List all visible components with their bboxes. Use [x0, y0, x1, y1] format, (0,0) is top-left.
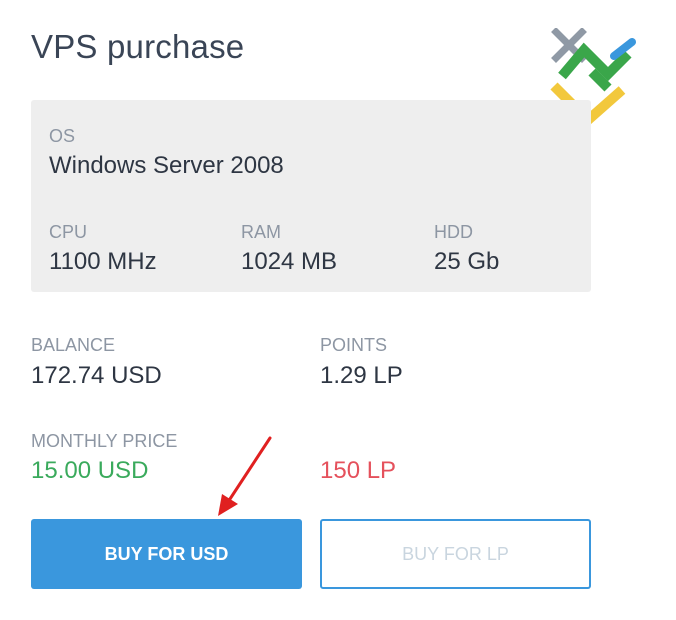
- monthly-price-label: MONTHLY PRICE: [31, 431, 178, 451]
- vps-specs-panel: OS Windows Server 2008 CPU 1100 MHz RAM …: [31, 100, 591, 292]
- monthly-price-lp: 150 LP: [320, 457, 397, 484]
- red-arrow-icon: [218, 436, 272, 516]
- hdd-label: HDD: [434, 222, 473, 242]
- hdd-value: 25 Gb: [434, 248, 500, 275]
- page-title: VPS purchase: [31, 28, 245, 65]
- ram-label: RAM: [241, 222, 281, 242]
- cpu-value: 1100 MHz: [49, 248, 157, 275]
- os-label: OS: [49, 126, 76, 146]
- balance-label: BALANCE: [31, 335, 116, 355]
- cpu-label: CPU: [49, 222, 88, 242]
- os-value: Windows Server 2008: [49, 152, 284, 179]
- balance-value: 172.74 USD: [31, 362, 162, 389]
- points-label: POINTS: [320, 335, 388, 355]
- monthly-price-usd: 15.00 USD: [31, 457, 149, 484]
- ram-value: 1024 MB: [241, 248, 338, 275]
- buy-lp-button[interactable]: BUY FOR LP: [320, 519, 591, 589]
- points-value: 1.29 LP: [320, 362, 403, 389]
- buy-usd-button[interactable]: BUY FOR USD: [31, 519, 302, 589]
